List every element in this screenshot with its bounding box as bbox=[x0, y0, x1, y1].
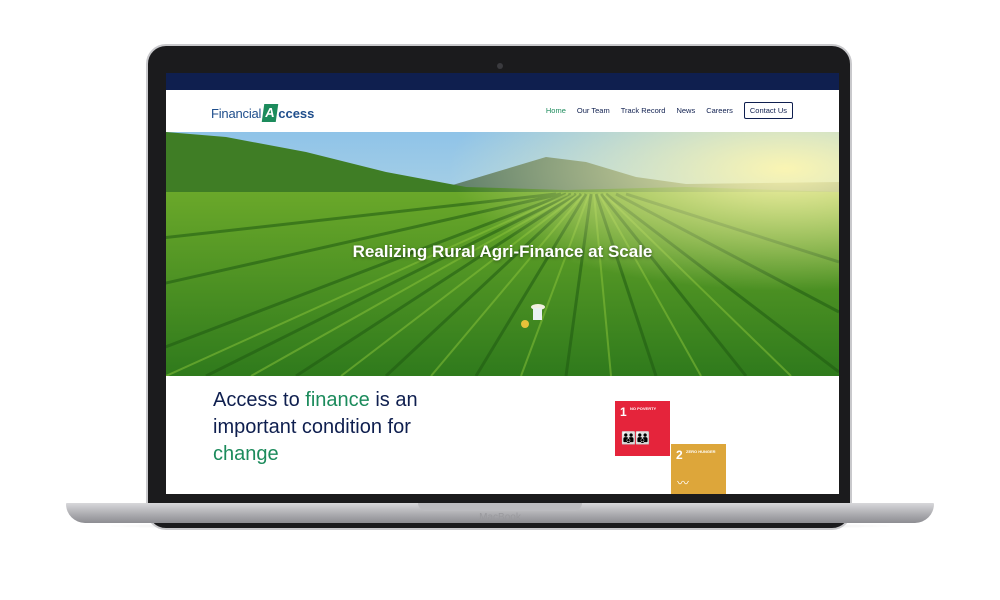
intro-section: Access to finance is an important condit… bbox=[166, 376, 839, 494]
headline-highlight-finance: finance bbox=[305, 389, 370, 411]
contact-us-button[interactable]: Contact Us bbox=[743, 102, 793, 119]
sdg-number: 1 bbox=[620, 405, 627, 419]
nav-item-track-record[interactable]: Track Record bbox=[621, 106, 666, 115]
laptop-notch bbox=[418, 503, 582, 511]
nav-item-careers[interactable]: Careers bbox=[706, 106, 733, 115]
logo-text-suffix: ccess bbox=[278, 105, 315, 121]
sdg-label: ZERO HUNGER bbox=[686, 449, 716, 454]
nav-item-news[interactable]: News bbox=[676, 106, 695, 115]
family-icon: 👪👪 bbox=[621, 431, 650, 445]
hero-title: Realizing Rural Agri-Finance at Scale bbox=[352, 242, 653, 261]
logo-badge-icon: A bbox=[261, 104, 279, 122]
logo-text: Financial bbox=[211, 105, 262, 121]
top-bar bbox=[166, 73, 839, 90]
sdg-tile-no-poverty[interactable]: 1 NO POVERTY 👪👪 bbox=[615, 401, 670, 456]
site-header: Financial A ccess Home Our Team Track Re… bbox=[166, 90, 839, 132]
site-logo[interactable]: Financial A ccess bbox=[211, 104, 314, 122]
nav-item-our-team[interactable]: Our Team bbox=[577, 106, 610, 115]
headline-part-1: Access to bbox=[213, 389, 306, 411]
main-nav: Home Our Team Track Record News Careers … bbox=[535, 102, 793, 119]
hero-banner: Realizing Rural Agri-Finance at Scale bbox=[166, 132, 839, 376]
nav-item-home[interactable]: Home bbox=[546, 106, 566, 115]
device-brand-label: MacBook bbox=[479, 512, 521, 523]
laptop-mockup: Financial A ccess Home Our Team Track Re… bbox=[0, 0, 1000, 600]
website-screen: Financial A ccess Home Our Team Track Re… bbox=[166, 73, 839, 494]
bowl-icon: 〰 bbox=[677, 476, 689, 490]
intro-headline: Access to finance is an important condit… bbox=[213, 387, 473, 468]
sdg-number: 2 bbox=[676, 448, 683, 462]
sdg-tile-zero-hunger[interactable]: 2 ZERO HUNGER 〰 bbox=[671, 444, 726, 494]
headline-highlight-change: change bbox=[213, 443, 279, 465]
camera-icon bbox=[497, 63, 503, 69]
sdg-label: NO POVERTY bbox=[630, 406, 657, 411]
